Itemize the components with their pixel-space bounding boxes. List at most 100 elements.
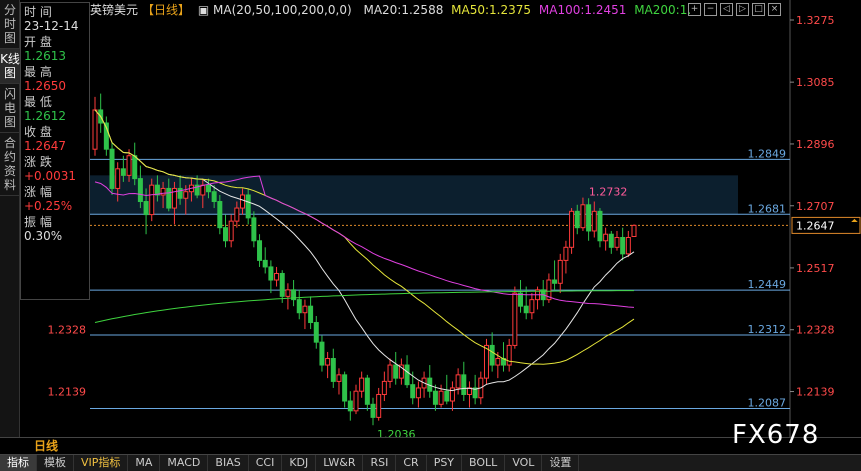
indicator-tab[interactable]: CCI (249, 455, 283, 471)
candle-body (370, 403, 376, 418)
right-tick-label: 1.3085 (796, 76, 835, 89)
candle-body (240, 194, 246, 209)
right-tick-label: 1.2328 (796, 324, 835, 337)
indicator-tab[interactable]: BOLL (462, 455, 506, 471)
level-label: 1.2312 (748, 323, 787, 336)
indicator-tab[interactable]: 指标 (0, 455, 37, 471)
candle-body (376, 393, 382, 418)
indicator-tab[interactable]: PSY (427, 455, 463, 471)
candle-body (552, 279, 558, 284)
candle-body (183, 191, 189, 199)
info-value: 1.2612 (24, 109, 66, 123)
candle-body (222, 227, 228, 242)
candle-body (483, 344, 489, 379)
candle-body (262, 259, 268, 268)
candle-body (268, 266, 274, 281)
info-panel: 时 间 23-12-14 开 盘 1.2613 最 高 1.2650 最 低 1.2612 收 … (20, 2, 90, 300)
indicator-tab[interactable]: MACD (160, 455, 209, 471)
candle-body (217, 201, 223, 229)
candle-body (620, 236, 626, 255)
level-label: 1.2681 (748, 202, 787, 215)
info-label: 时 间 (24, 5, 52, 19)
candle-body (132, 155, 138, 180)
indicator-tabs: 指标 模板 VIP指标 MA MACD BIAS CCI KDJ LW&R RSI CR PSY BOL… (0, 454, 861, 471)
indicator-tab[interactable]: BIAS (208, 455, 249, 471)
candle-body (274, 272, 280, 281)
candle-body (342, 374, 348, 402)
candle-body (569, 210, 575, 248)
indicator-tab[interactable]: RSI (363, 455, 397, 471)
candle-body (257, 240, 263, 261)
candle-body (603, 233, 609, 242)
indicator-tab[interactable]: VOL (505, 455, 543, 471)
candle-body (523, 305, 529, 314)
left-tick-label: 1.2139 (48, 386, 87, 399)
info-label: 振 幅 (24, 215, 52, 229)
indicator-tab[interactable]: KDJ (282, 455, 317, 471)
candle-body (387, 364, 393, 382)
candle-body (177, 187, 183, 199)
info-value: 1.2647 (24, 139, 66, 153)
candle-body (591, 210, 597, 232)
current-price-label: 1.2647 (796, 219, 835, 232)
indicator-tab[interactable]: LW&R (316, 455, 364, 471)
candle-body (92, 109, 98, 150)
ma20-line (94, 109, 635, 392)
candle-body (211, 191, 217, 203)
indicator-tab[interactable]: CR (396, 455, 427, 471)
candle-body (205, 184, 211, 193)
candle-body (353, 390, 359, 412)
candle-body (631, 224, 637, 238)
info-label: 涨 跌 (24, 155, 52, 169)
candle-body (512, 292, 518, 346)
watermark: FX678 (732, 420, 820, 450)
candle-body (228, 220, 234, 242)
indicator-tab[interactable]: 模板 (37, 455, 74, 471)
candle-body (308, 305, 314, 324)
info-value: +0.25% (24, 199, 73, 213)
indicator-tab[interactable]: 设置 (542, 455, 580, 471)
candle-body (444, 390, 450, 402)
candle-body (506, 344, 512, 366)
candle-body (608, 233, 614, 248)
candle-body (597, 210, 603, 242)
indicator-tab[interactable]: VIP指标 (74, 455, 129, 471)
candle-body (251, 217, 257, 242)
candle-body (330, 358, 336, 382)
info-value: 1.2613 (24, 49, 66, 63)
candle-body (625, 236, 631, 255)
candlestick-chart[interactable]: 1.2849 1.2681 1.2449 1.2312 1.2087 1.3275 1.30… (0, 0, 861, 437)
candle-body (149, 184, 155, 216)
candle-body (489, 344, 495, 366)
period-selector[interactable]: 日线 (34, 438, 58, 455)
ma50-line (94, 109, 635, 365)
right-tick-label: 1.3275 (796, 14, 835, 27)
candle-body (234, 207, 240, 222)
candle-body (325, 358, 331, 366)
candle-body (432, 390, 438, 405)
candle-body (120, 168, 126, 176)
candle-body (137, 178, 143, 203)
level-label: 1.2849 (748, 147, 787, 160)
annotation-low: 1.2036 (377, 428, 416, 437)
candle-body (296, 299, 302, 314)
candle-body (285, 289, 291, 297)
candle-body (410, 384, 416, 399)
info-label: 涨 幅 (24, 185, 52, 199)
candle-body (126, 155, 132, 176)
kline-chart-window: 分时图 K线图 闪电图 合约资料 英镑美元 【日线】 ▣ MA(20,50,100… (0, 0, 861, 471)
candle-body (438, 390, 444, 405)
indicator-tab[interactable]: MA (128, 455, 161, 471)
level-label: 1.2449 (748, 278, 787, 291)
candle-body (200, 184, 206, 196)
candle-body (166, 187, 172, 209)
candle-body (245, 194, 251, 219)
candle-body (279, 272, 285, 297)
candle-body (319, 341, 325, 366)
info-value: 0.30% (24, 229, 63, 243)
candle-body (347, 400, 353, 412)
annotation-high: 1.2732 (589, 186, 628, 199)
candle-body (160, 187, 166, 196)
candle-body (109, 148, 115, 189)
candle-body (574, 210, 580, 229)
